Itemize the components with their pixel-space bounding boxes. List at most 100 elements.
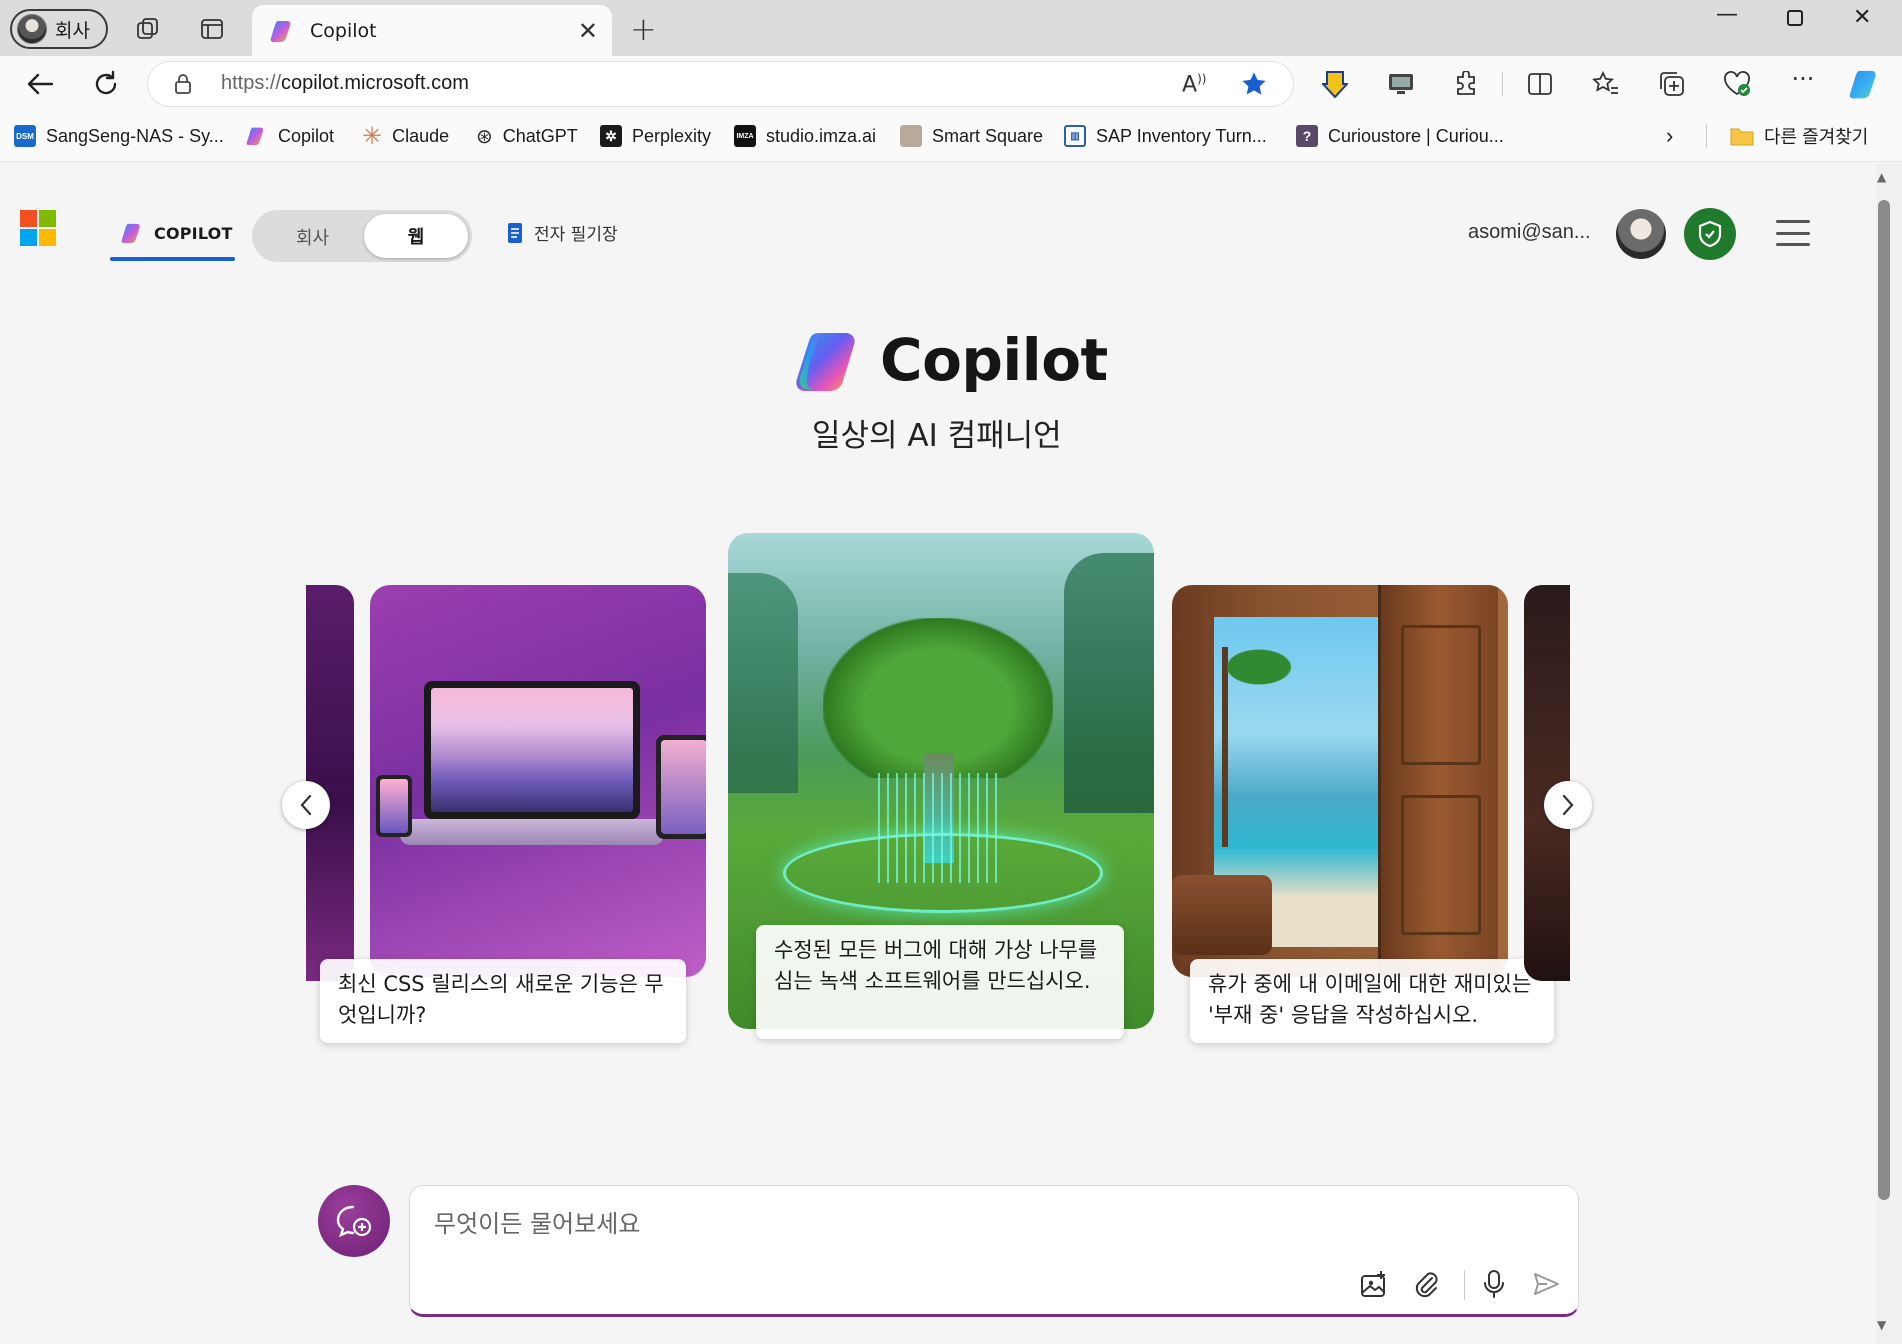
copilot-tab-icon [270, 20, 291, 42]
protection-shield-icon[interactable] [1684, 208, 1736, 260]
new-topic-button[interactable] [318, 1185, 390, 1257]
attach-paperclip-icon[interactable] [1410, 1268, 1442, 1300]
new-tab-icon[interactable]: + [630, 10, 657, 48]
user-avatar[interactable] [1616, 209, 1666, 259]
more-menu-icon[interactable]: ··· [1786, 62, 1820, 96]
address-bar[interactable]: https://copilot.microsoft.com A)) [148, 62, 1293, 106]
profile-label: 회사 [55, 19, 90, 42]
carousel-card-css[interactable] [370, 585, 706, 977]
carousel-caption-css[interactable]: 최신 CSS 릴리스의 새로운 기능은 무엇입니까? [320, 959, 686, 1043]
browser-tab-bar: 회사 Copilot ✕ + — ✕ [0, 0, 1902, 56]
extensions-icon[interactable] [1449, 67, 1483, 101]
lock-icon[interactable] [174, 73, 192, 99]
back-icon[interactable] [24, 68, 56, 100]
collections-icon[interactable] [1655, 67, 1689, 101]
copilot-logo [796, 333, 855, 391]
tab-title: Copilot [310, 19, 377, 42]
hero-title: Copilot [880, 326, 1108, 394]
screen-extension-icon[interactable] [1384, 67, 1418, 101]
cliff-right [1064, 553, 1154, 813]
new-chat-icon [336, 1205, 372, 1238]
prompt-carousel: 최신 CSS 릴리스의 새로운 기능은 무엇입니까? 수정된 모든 버그에 대해… [306, 533, 1570, 1073]
copilot-page: COPILOT 회사 웹 전자 필기장 asomi@san... Copilot… [4, 163, 1876, 1344]
phone [376, 775, 412, 837]
bookmarks-overflow-chevron-icon[interactable]: › [1666, 122, 1673, 150]
claude-icon: ✳ [362, 122, 383, 150]
bookmark-copilot[interactable]: Copilot [246, 122, 334, 150]
other-favorites[interactable]: 다른 즐겨찾기 [1730, 122, 1868, 150]
split-screen-icon[interactable] [1523, 67, 1557, 101]
refresh-icon[interactable] [90, 68, 122, 100]
work-web-toggle[interactable]: 회사 웹 [252, 210, 472, 262]
copilot-sidebar-icon[interactable] [1849, 67, 1883, 101]
tablet [656, 735, 706, 839]
smart-square-icon [900, 125, 922, 147]
laptop-screen [424, 681, 640, 819]
chat-input[interactable]: 무엇이든 물어보세요 [409, 1185, 1579, 1317]
close-window-icon[interactable]: ✕ [1853, 5, 1871, 30]
cliff-left [728, 573, 798, 793]
toggle-option-web[interactable]: 웹 [364, 214, 468, 258]
send-icon[interactable] [1530, 1268, 1562, 1300]
bookmark-perplexity[interactable]: ✲ Perplexity [600, 122, 711, 150]
profile-avatar [17, 14, 47, 44]
tab-copilot-nav[interactable]: COPILOT [107, 205, 235, 261]
chat-input-placeholder[interactable]: 무엇이든 물어보세요 [434, 1204, 640, 1239]
hero-subtitle: 일상의 AI 컴패니언 [812, 418, 1062, 454]
copilot-icon [121, 223, 140, 244]
page-scrollbar-thumb[interactable] [1878, 200, 1890, 1200]
tab-close-icon[interactable]: ✕ [578, 17, 598, 45]
bookmarks-divider [1706, 124, 1707, 148]
workspaces-icon[interactable] [134, 15, 162, 43]
favorite-star-icon[interactable] [1240, 70, 1268, 102]
perplexity-icon: ✲ [600, 125, 622, 147]
sap-icon: ▥ [1064, 125, 1086, 147]
carousel-next-chevron-icon[interactable] [1544, 781, 1592, 829]
user-email[interactable]: asomi@san... [1468, 221, 1591, 244]
carousel-prev-chevron-icon[interactable] [282, 781, 330, 829]
favorites-icon[interactable] [1589, 67, 1623, 101]
bookmarks-bar: DSM SangSeng-NAS - Sy... Copilot ✳ Claud… [0, 110, 1902, 162]
minimize-icon[interactable]: — [1716, 2, 1738, 27]
bookmark-claude[interactable]: ✳ Claude [362, 122, 449, 150]
bookmark-chatgpt[interactable]: ⊛ ChatGPT [476, 122, 578, 150]
bookmark-sap-inventory[interactable]: ▥ SAP Inventory Turn... [1064, 122, 1267, 150]
palm-leaves [1204, 637, 1314, 697]
open-door [1378, 585, 1498, 977]
suitcase [1172, 875, 1272, 955]
browser-essentials-icon[interactable] [1720, 67, 1754, 101]
bookmark-imza[interactable]: IMZA studio.imza.ai [734, 122, 876, 150]
url-text[interactable]: https://copilot.microsoft.com [221, 72, 469, 95]
carousel-caption-green-software[interactable]: 수정된 모든 버그에 대해 가상 나무를 심는 녹색 소프트웨어를 만드십시오. [756, 925, 1124, 1039]
curioustore-icon: ? [1296, 125, 1318, 147]
notebook-link[interactable]: 전자 필기장 [506, 220, 618, 245]
tab-actions-icon[interactable] [198, 15, 226, 43]
copilot-icon [246, 127, 264, 146]
tab-copilot[interactable]: Copilot ✕ [252, 5, 612, 56]
imza-icon: IMZA [734, 125, 756, 147]
carousel-card-vacation[interactable] [1172, 585, 1508, 977]
bookmark-sangseng-nas[interactable]: DSM SangSeng-NAS - Sy... [14, 122, 224, 150]
data-streams [878, 773, 998, 883]
hamburger-menu-icon[interactable] [1776, 220, 1810, 246]
download-extension-icon[interactable] [1318, 67, 1352, 101]
maximize-icon[interactable] [1786, 8, 1804, 33]
microsoft-logo[interactable] [20, 210, 56, 246]
read-aloud-icon[interactable]: A)) [1182, 72, 1206, 97]
profile-button[interactable]: 회사 [10, 9, 108, 49]
composer-divider [1464, 1270, 1465, 1300]
microphone-icon[interactable] [1478, 1268, 1510, 1300]
notebook-icon [508, 222, 522, 243]
dsm-icon: DSM [14, 125, 36, 147]
add-image-icon[interactable] [1358, 1268, 1390, 1300]
toggle-option-work[interactable]: 회사 [296, 224, 329, 250]
browser-toolbar: https://copilot.microsoft.com A)) ··· [0, 56, 1902, 110]
toolbar-divider [1502, 72, 1503, 96]
scroll-down-icon[interactable]: ▼ [1877, 1318, 1886, 1332]
chatgpt-icon: ⊛ [476, 125, 493, 148]
carousel-caption-vacation[interactable]: 휴가 중에 내 이메일에 대한 재미있는 '부재 중' 응답을 작성하십시오. [1190, 959, 1554, 1043]
bookmark-smart-square[interactable]: Smart Square [900, 122, 1043, 150]
scroll-up-icon[interactable]: ▲ [1877, 170, 1886, 184]
bookmark-curioustore[interactable]: ? Curioustore | Curiou... [1296, 122, 1504, 150]
folder-icon [1730, 128, 1754, 146]
